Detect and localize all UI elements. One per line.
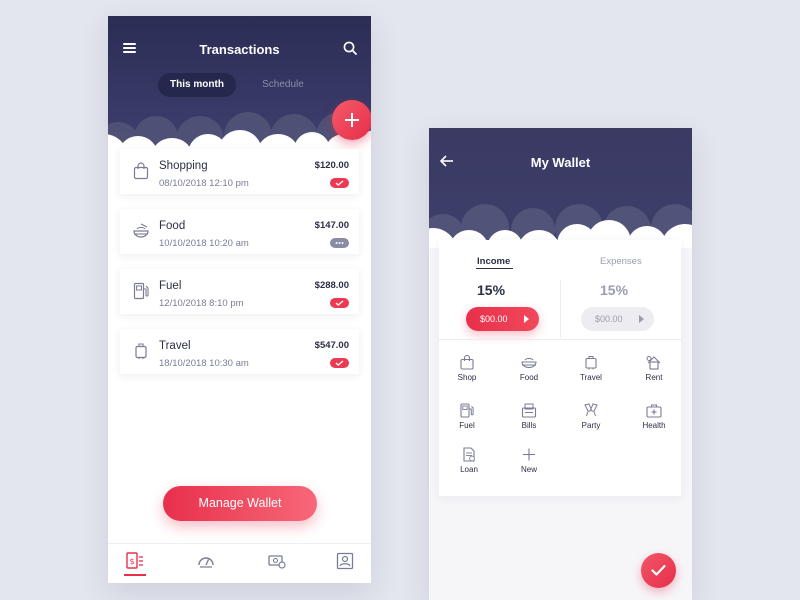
active-tab-indicator — [476, 268, 513, 269]
add-transaction-button[interactable] — [332, 100, 371, 140]
category-label: Rent — [645, 373, 663, 382]
expenses-amount: $00.00 — [595, 314, 623, 324]
wallet-header: My Wallet — [429, 128, 692, 248]
transaction-list: Shopping 08/10/2018 12:10 pm $120.00 Foo… — [120, 149, 359, 389]
transaction-name: Travel — [159, 340, 191, 352]
svg-text:$: $ — [129, 557, 134, 566]
transaction-date: 18/10/2018 10:30 am — [159, 358, 249, 369]
party-glasses-icon — [584, 403, 598, 417]
category-fuel[interactable]: Fuel — [442, 403, 492, 443]
fuel-pump-icon — [133, 282, 149, 300]
active-tab-indicator — [124, 574, 146, 576]
income-percent: 15% — [477, 282, 506, 298]
transactions-header: Transactions This month Schedule — [108, 16, 371, 156]
category-label: Loan — [460, 465, 478, 474]
transactions-screen: Transactions This month Schedule Shoppin… — [108, 16, 371, 583]
food-bowl-icon — [133, 223, 149, 238]
page-title: My Wallet — [530, 155, 591, 170]
category-label: New — [520, 465, 537, 474]
list-item[interactable]: Travel 18/10/2018 10:30 am $547.00 — [120, 329, 359, 374]
loan-document-icon — [463, 447, 475, 462]
category-bills[interactable]: Bills — [504, 403, 554, 443]
luggage-icon — [585, 356, 597, 370]
category-label: Party — [581, 421, 601, 430]
more-dots-icon — [335, 242, 344, 244]
bills-icon — [521, 403, 537, 418]
category-label: Fuel — [459, 421, 475, 430]
category-label: Travel — [580, 373, 602, 382]
transaction-amount: $547.00 — [314, 340, 349, 351]
divider — [560, 280, 561, 338]
category-party[interactable]: Party — [566, 403, 616, 443]
tab-income[interactable]: Income — [477, 256, 510, 267]
list-item[interactable]: Shopping 08/10/2018 12:10 pm $120.00 — [120, 149, 359, 194]
transaction-name: Fuel — [159, 280, 182, 292]
category-rent[interactable]: Rent — [629, 355, 679, 395]
category-loan[interactable]: Loan — [444, 447, 494, 487]
transaction-date: 08/10/2018 12:10 pm — [159, 178, 249, 189]
food-bowl-icon — [521, 358, 537, 369]
wallet-list-icon[interactable]: $ — [126, 552, 144, 570]
expenses-percent: 15% — [600, 282, 629, 298]
profile-card-icon[interactable] — [336, 552, 354, 570]
money-icon[interactable] — [268, 552, 286, 570]
income-amount-button[interactable]: $00.00 — [466, 307, 539, 331]
search-icon[interactable] — [343, 41, 357, 55]
speedometer-icon[interactable] — [197, 552, 215, 570]
page-title: Transactions — [199, 42, 280, 57]
status-badge — [330, 238, 349, 248]
play-arrow-icon — [639, 315, 644, 323]
rent-house-icon — [646, 356, 661, 370]
category-label: Shop — [457, 373, 477, 382]
list-item[interactable]: Food 10/10/2018 10:20 am $147.00 — [120, 209, 359, 254]
check-icon — [335, 300, 344, 306]
tab-expenses[interactable]: Expenses — [600, 256, 642, 267]
transaction-amount: $288.00 — [314, 280, 349, 291]
category-health[interactable]: Health — [629, 403, 679, 443]
status-badge — [330, 358, 349, 368]
status-badge — [330, 298, 349, 308]
wallet-screen: My Wallet Income Expenses 15% 15% $00.00… — [429, 128, 692, 600]
status-badge — [330, 178, 349, 188]
play-arrow-icon — [524, 315, 529, 323]
transaction-amount: $120.00 — [314, 160, 349, 171]
fuel-pump-icon — [460, 403, 474, 418]
transaction-date: 10/10/2018 10:20 am — [159, 238, 249, 249]
bottom-navigation: $ — [108, 543, 371, 583]
check-icon — [651, 564, 666, 576]
plus-icon — [523, 448, 535, 461]
manage-wallet-button[interactable]: Manage Wallet — [163, 486, 317, 521]
category-new[interactable]: New — [504, 447, 554, 487]
category-label: Health — [642, 421, 666, 430]
expenses-amount-button[interactable]: $00.00 — [581, 307, 654, 331]
divider — [439, 339, 681, 340]
check-icon — [335, 180, 344, 186]
transaction-name: Shopping — [159, 160, 208, 172]
category-food[interactable]: Food — [504, 355, 554, 395]
category-label: Bills — [521, 421, 537, 430]
check-icon — [335, 360, 344, 366]
transaction-date: 12/10/2018 8:10 pm — [159, 298, 244, 309]
category-shop[interactable]: Shop — [442, 355, 492, 395]
category-travel[interactable]: Travel — [566, 355, 616, 395]
wallet-summary-card: Income Expenses 15% 15% $00.00 $00.00 Sh… — [439, 240, 681, 496]
shopping-bag-icon — [460, 355, 474, 370]
confirm-button[interactable] — [641, 553, 676, 588]
income-amount: $00.00 — [480, 314, 508, 324]
period-segmented-control: This month Schedule — [158, 73, 328, 97]
tab-schedule[interactable]: Schedule — [248, 73, 318, 97]
list-item[interactable]: Fuel 12/10/2018 8:10 pm $288.00 — [120, 269, 359, 314]
tab-this-month[interactable]: This month — [158, 73, 236, 97]
category-label: Food — [519, 373, 539, 382]
transaction-name: Food — [159, 220, 186, 232]
shopping-bag-icon — [133, 162, 149, 180]
medical-kit-icon — [646, 404, 662, 418]
transaction-amount: $147.00 — [314, 220, 349, 231]
luggage-icon — [135, 343, 147, 359]
